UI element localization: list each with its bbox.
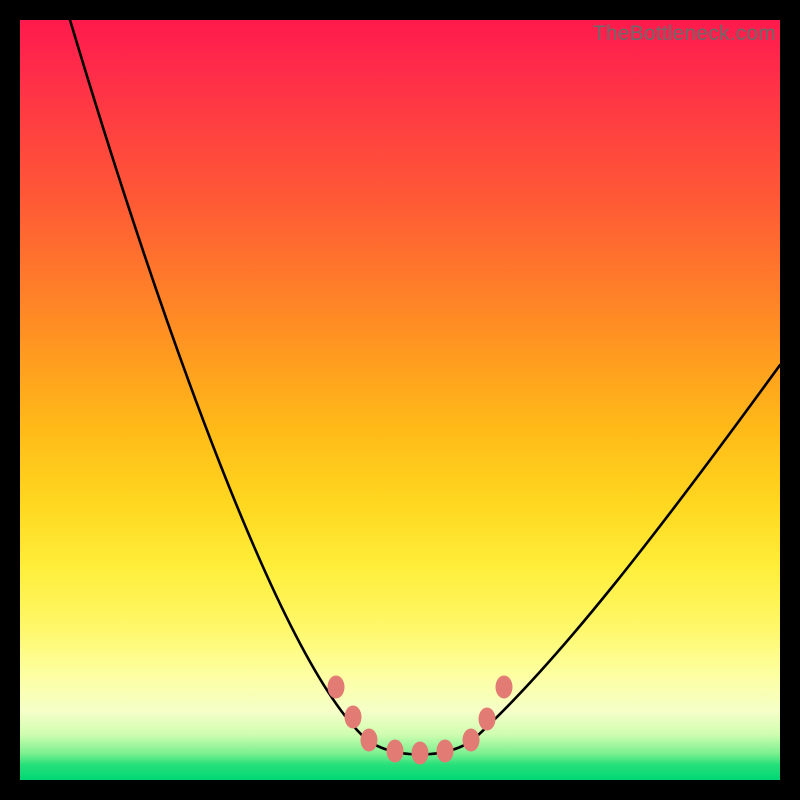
curve-marker-7 xyxy=(479,708,496,731)
curve-marker-3 xyxy=(387,740,404,763)
bottleneck-curve xyxy=(70,20,780,755)
bottleneck-curve-chart xyxy=(20,20,780,780)
curve-marker-2 xyxy=(361,729,378,752)
marker-group xyxy=(328,676,513,765)
chart-area xyxy=(20,20,780,780)
curve-marker-4 xyxy=(412,742,429,765)
watermark-label: TheBottleneck.com xyxy=(593,22,776,46)
curve-marker-8 xyxy=(496,676,513,699)
curve-marker-6 xyxy=(463,729,480,752)
curve-marker-1 xyxy=(345,706,362,729)
curve-marker-0 xyxy=(328,676,345,699)
curve-marker-5 xyxy=(437,740,454,763)
